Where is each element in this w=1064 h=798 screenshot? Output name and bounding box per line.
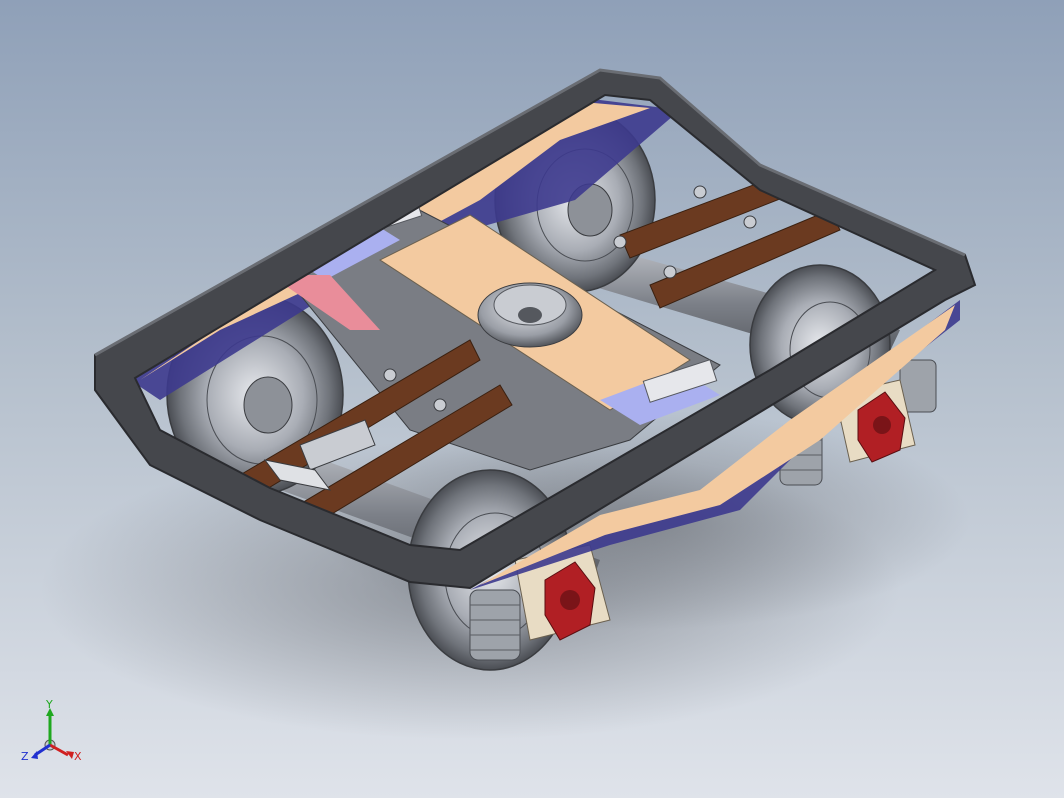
pin <box>383 368 397 382</box>
triad-y-label: Y <box>45 700 53 711</box>
triad-z-arrow <box>31 751 38 759</box>
pin <box>663 265 677 279</box>
center-plate-bowl[interactable] <box>477 282 583 348</box>
pin <box>613 235 627 249</box>
triad-x-axis <box>49 743 69 757</box>
pin <box>433 398 447 412</box>
pin <box>693 185 707 199</box>
pin <box>743 215 757 229</box>
bogie-model[interactable] <box>0 0 1064 798</box>
triad-x-label: X <box>74 750 82 763</box>
triad-z-label: Z <box>21 750 29 763</box>
view-triad[interactable]: Y X Z <box>20 700 90 770</box>
graphics-viewport[interactable]: Y X Z <box>0 0 1064 798</box>
spring-group-front <box>469 589 521 661</box>
